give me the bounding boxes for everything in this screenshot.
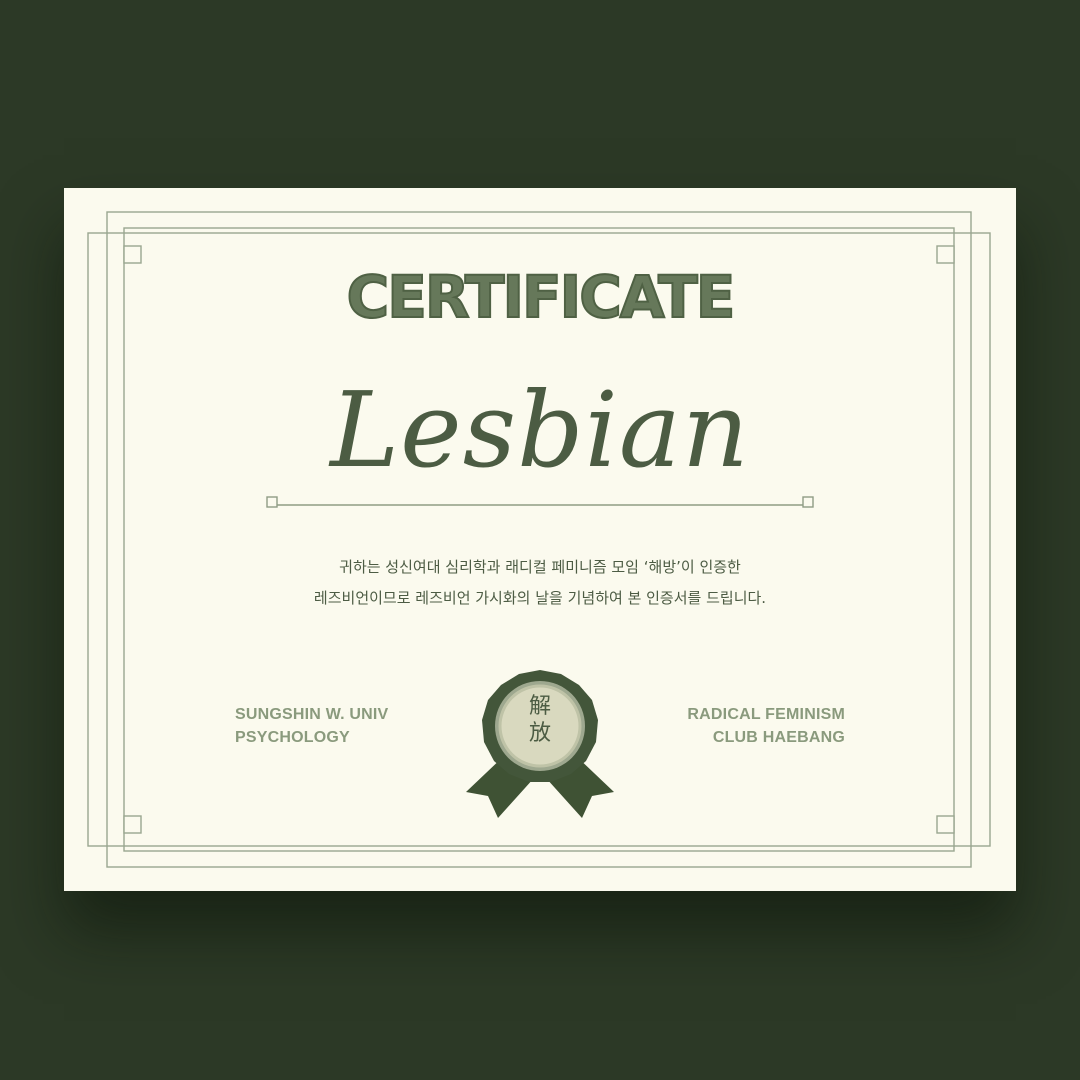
body-text-line-1: 귀하는 성신여대 심리학과 래디컬 페미니즘 모임 ‘해방’이 인증한: [339, 558, 741, 576]
seal-char-2: 放: [528, 721, 551, 746]
certificate-headline: Lesbian: [330, 369, 750, 491]
award-rosette-icon: [466, 670, 614, 818]
issuer-left: SUNGSHIN W. UNIV PSYCHOLOGY: [235, 703, 388, 749]
page-background: CERTIFICATE Lesbian 귀하는 성신여대 심리학과 래디컬 페미…: [0, 0, 1080, 1080]
issuer-right-line-1: RADICAL FEMINISM: [687, 706, 845, 723]
issuer-left-line-1: SUNGSHIN W. UNIV: [235, 706, 389, 723]
body-text-line-2: 레즈비언이므로 레즈비언 가시화의 날을 기념하여 본 인증서를 드립니다.: [313, 589, 767, 607]
issuer-right-line-2: CLUB HAEBANG: [712, 729, 845, 746]
seal-char-1: 解: [528, 694, 551, 719]
issuer-right: RADICAL FEMINISM CLUB HAEBANG: [645, 703, 845, 749]
issuer-left-line-2: PSYCHOLOGY: [235, 729, 350, 746]
seal-characters: 解 放: [508, 693, 572, 747]
certificate-title: CERTIFICATE: [346, 262, 737, 332]
